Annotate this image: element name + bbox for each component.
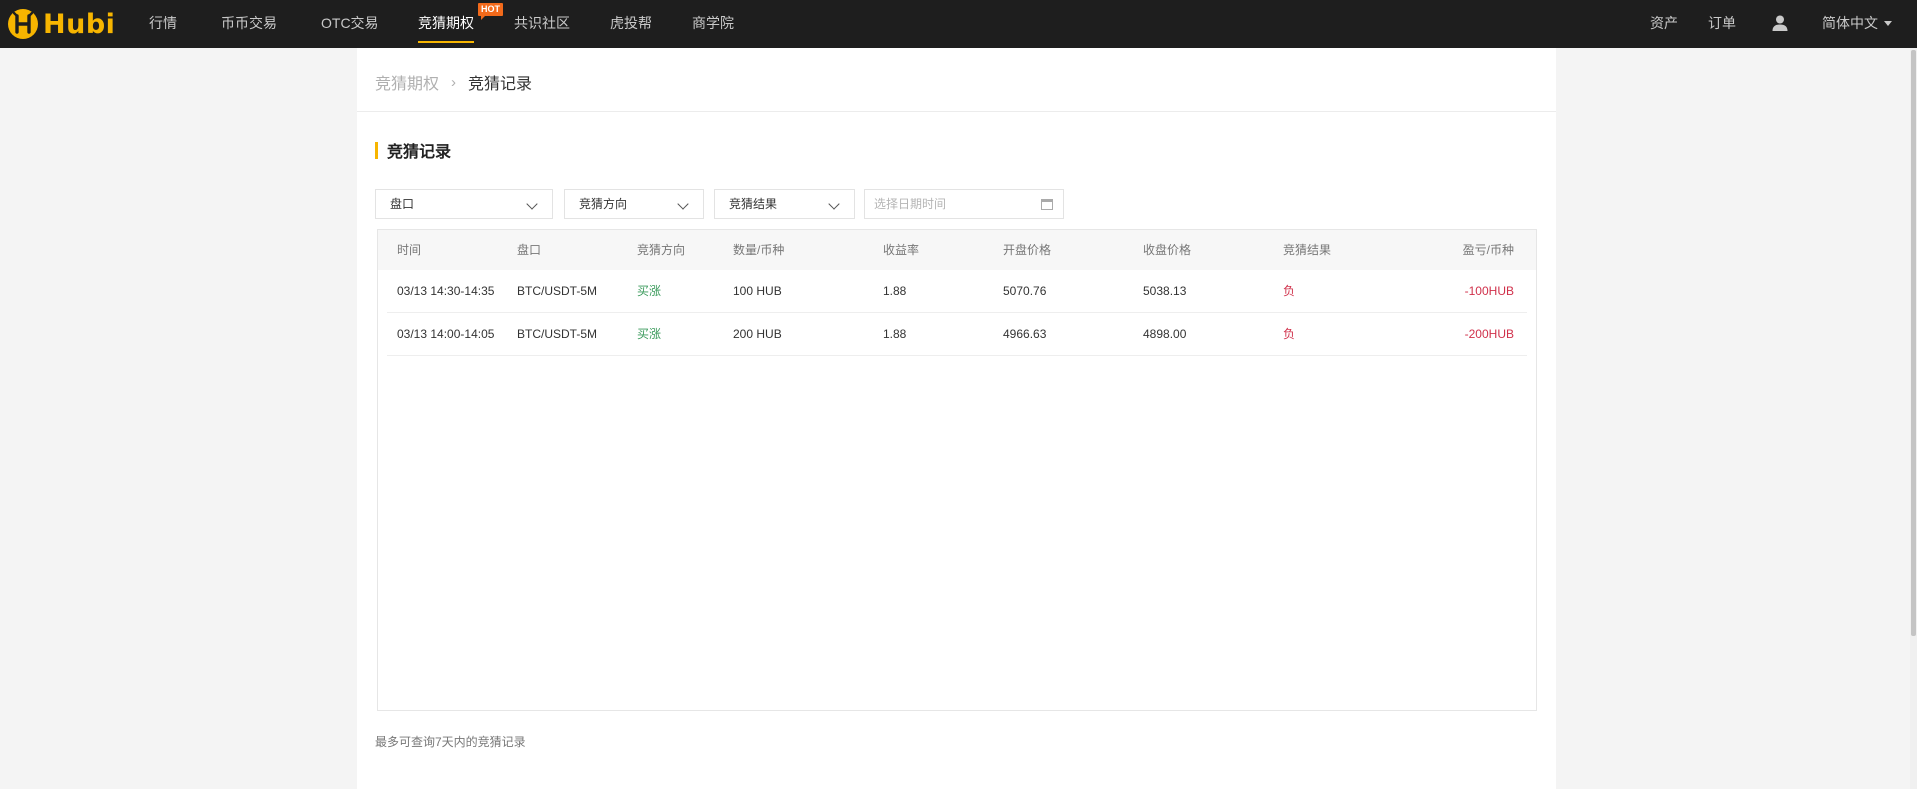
nav-assets[interactable]: 资产 xyxy=(1650,0,1678,48)
nav-item-guess-option-label: 竞猜期权 xyxy=(418,15,474,31)
calendar-icon xyxy=(1041,199,1053,210)
cell-yield: 1.88 xyxy=(883,284,907,298)
col-result: 竞猜结果 xyxy=(1283,243,1332,257)
market-select-value: 盘口 xyxy=(390,197,415,211)
breadcrumb: 竞猜期权 › 竞猜记录 xyxy=(375,70,532,94)
cell-amount: 200 HUB xyxy=(733,327,782,341)
cell-open-price: 5070.76 xyxy=(1003,284,1047,298)
breadcrumb-current: 竞猜记录 xyxy=(468,76,533,93)
cell-direction: 买涨 xyxy=(637,327,662,341)
cell-close-price: 5038.13 xyxy=(1143,284,1187,298)
logo-text: Hubi xyxy=(43,8,116,40)
language-label: 简体中文 xyxy=(1822,15,1878,31)
nav-item-academy[interactable]: 商学院 xyxy=(692,0,734,48)
cell-time: 03/13 14:00-14:05 xyxy=(397,327,495,341)
records-table: 时间 盘口 竞猜方向 数量/币种 收益率 开盘价格 收盘价格 竞猜结果 盈亏/币… xyxy=(377,229,1537,711)
cell-pnl: -100HUB xyxy=(1464,284,1514,298)
direction-select-value: 竞猜方向 xyxy=(579,197,628,211)
chevron-down-icon xyxy=(828,198,840,210)
date-picker-input[interactable]: 选择日期时间 xyxy=(864,189,1064,219)
cell-amount: 100 HUB xyxy=(733,284,782,298)
market-select[interactable]: 盘口 xyxy=(375,189,553,219)
page-scrollbar[interactable] xyxy=(1910,48,1917,789)
col-direction: 竞猜方向 xyxy=(637,243,686,257)
language-selector[interactable]: 简体中文 xyxy=(1822,0,1892,48)
col-yield: 收益率 xyxy=(883,243,920,257)
cell-result: 负 xyxy=(1283,284,1296,298)
cell-close-price: 4898.00 xyxy=(1143,327,1187,341)
cell-time: 03/13 14:30-14:35 xyxy=(397,284,495,298)
active-underline xyxy=(418,41,474,43)
hot-badge: HOT xyxy=(478,3,503,20)
top-navbar: Hubi 行情 币币交易 OTC交易 竞猜期权 HOT 共识社区 虎投帮 商学院… xyxy=(0,0,1917,48)
col-open-price: 开盘价格 xyxy=(1003,243,1052,257)
col-close-price: 收盘价格 xyxy=(1143,243,1192,257)
cell-open-price: 4966.63 xyxy=(1003,327,1047,341)
section-title-text: 竞猜记录 xyxy=(387,144,452,161)
chevron-down-icon xyxy=(526,198,538,210)
cell-market: BTC/USDT-5M xyxy=(517,327,598,341)
nav-item-market[interactable]: 行情 xyxy=(149,0,177,48)
nav-item-hutoubang[interactable]: 虎投帮 xyxy=(610,0,652,48)
cell-market: BTC/USDT-5M xyxy=(517,284,598,298)
cell-result: 负 xyxy=(1283,327,1296,341)
table-row: 03/13 14:00-14:05 BTC/USDT-5M 买涨 200 HUB… xyxy=(387,313,1527,356)
scrollbar-thumb[interactable] xyxy=(1911,50,1916,636)
breadcrumb-parent-link[interactable]: 竞猜期权 xyxy=(375,70,439,94)
section-title: 竞猜记录 xyxy=(375,141,452,161)
nav-item-spot-trading[interactable]: 币币交易 xyxy=(221,0,277,48)
chevron-down-icon xyxy=(677,198,689,210)
col-pnl: 盈亏/币种 xyxy=(1462,243,1514,257)
breadcrumb-separator-icon: › xyxy=(451,73,457,91)
section-accent-bar xyxy=(375,141,378,159)
nav-item-otc[interactable]: OTC交易 xyxy=(321,0,379,48)
result-select[interactable]: 竞猜结果 xyxy=(714,189,855,219)
query-limit-note: 最多可查询7天内的竞猜记录 xyxy=(375,735,526,749)
main-panel: 竞猜期权 › 竞猜记录 竞猜记录 盘口 竞猜方向 竞猜结果 选择日期时间 时间 … xyxy=(357,48,1556,789)
nav-item-guess-option[interactable]: 竞猜期权 HOT xyxy=(418,0,503,48)
cell-yield: 1.88 xyxy=(883,327,907,341)
direction-select[interactable]: 竞猜方向 xyxy=(564,189,704,219)
logo-badge-icon xyxy=(8,9,38,39)
date-picker-placeholder: 选择日期时间 xyxy=(874,197,947,211)
hubi-logo[interactable]: Hubi xyxy=(8,8,116,40)
nav-orders[interactable]: 订单 xyxy=(1708,0,1736,48)
cell-direction: 买涨 xyxy=(637,284,662,298)
nav-item-community[interactable]: 共识社区 xyxy=(514,0,570,48)
col-amount: 数量/币种 xyxy=(733,243,785,257)
table-row: 03/13 14:30-14:35 BTC/USDT-5M 买涨 100 HUB… xyxy=(387,270,1527,313)
table-header: 时间 盘口 竞猜方向 数量/币种 收益率 开盘价格 收盘价格 竞猜结果 盈亏/币… xyxy=(378,230,1536,270)
cell-pnl: -200HUB xyxy=(1464,327,1514,341)
result-select-value: 竞猜结果 xyxy=(729,197,778,211)
header-divider xyxy=(357,111,1556,112)
user-icon[interactable] xyxy=(1771,14,1789,32)
col-market: 盘口 xyxy=(517,243,542,257)
col-time: 时间 xyxy=(397,243,422,257)
caret-down-icon xyxy=(1884,20,1892,26)
